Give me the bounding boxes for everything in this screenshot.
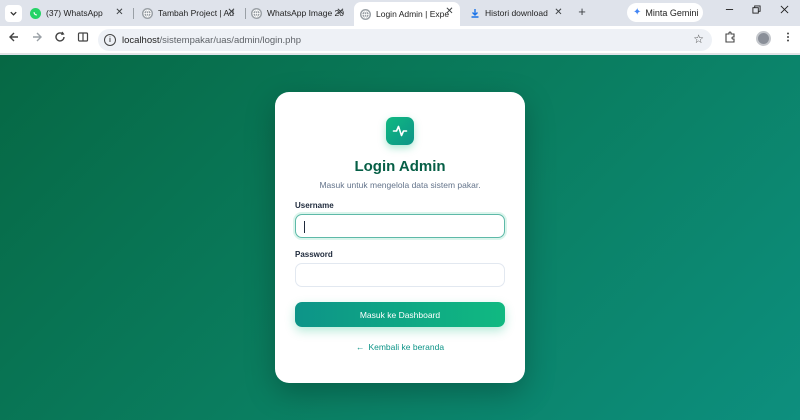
browser-toolbar: i localhost/sistempakar/uas/admin/login.… [0,26,800,54]
reload-icon [55,31,65,42]
new-tab-button[interactable]: + [575,4,589,20]
url-text: localhost/sistempakar/uas/admin/login.ph… [122,35,301,46]
url-path: /sistempakar/uas/admin/login.php [159,34,302,46]
menu-button[interactable] [780,31,796,47]
globe-icon [360,8,371,20]
back-to-home-link[interactable]: ← Kembali ke beranda [275,342,525,352]
restore-button[interactable] [747,4,765,20]
minimize-button[interactable] [720,4,738,20]
back-link-label: Kembali ke beranda [368,342,445,352]
logo-badge [386,117,414,145]
arrow-left-icon [9,32,18,42]
download-icon [469,8,480,19]
page-title: Login Admin [354,158,446,175]
close-icon[interactable]: ✕ [334,6,347,19]
restore-icon [751,5,761,14]
tab-login-admin[interactable]: Login Admin | Expe ✕ [354,2,460,26]
gemini-label: Minta Gemini [645,7,699,18]
close-icon[interactable]: ✕ [225,6,238,19]
close-icon[interactable]: ✕ [552,6,565,19]
url-host: localhost [122,34,160,46]
forward-button[interactable] [29,31,45,47]
back-button[interactable] [6,31,22,47]
tab-divider [133,8,134,19]
tab-whatsapp-image[interactable]: WhatsApp Image 20 ✕ [245,3,351,23]
page-background: Login Admin Masuk untuk mengelola data s… [0,55,800,420]
bookmark-star-icon[interactable]: ☆ [693,32,704,46]
login-submit-button[interactable]: Masuk ke Dashboard [295,302,505,327]
profile-avatar[interactable] [756,31,771,46]
close-window-button[interactable] [775,4,793,20]
password-field[interactable] [295,263,505,287]
more-vertical-icon [787,32,789,42]
activity-icon [392,125,408,137]
close-icon [780,5,788,14]
password-label: Password [295,250,333,259]
extensions-button[interactable] [722,31,738,47]
tab-histori-download[interactable]: Histori download ✕ [463,3,569,23]
address-bar[interactable]: i localhost/sistempakar/uas/admin/login.… [98,29,712,51]
globe-icon [251,7,262,19]
close-icon[interactable]: ✕ [113,6,126,19]
puzzle-icon [725,31,735,43]
tab-whatsapp[interactable]: (37) WhatsApp ✕ [24,3,130,23]
gemini-sparkle-icon: ✦ [633,7,642,18]
arrow-left-icon: ← [355,342,365,352]
login-card: Login Admin Masuk untuk mengelola data s… [275,92,525,383]
split-view-icon [77,32,89,42]
username-label: Username [295,201,334,210]
tab-strip: (37) WhatsApp ✕ Tambah Project | Ad ✕ Wh… [0,0,800,26]
site-info-icon[interactable]: i [104,34,116,46]
text-caret [304,221,305,233]
gemini-button[interactable]: ✦ Minta Gemini [627,3,703,22]
chevron-down-icon [10,11,17,16]
arrow-right-icon [33,32,42,42]
page-subtitle: Masuk untuk mengelola data sistem pakar. [319,180,481,190]
whatsapp-icon [30,7,41,19]
close-icon[interactable]: ✕ [443,5,456,18]
tab-search-button[interactable] [5,5,22,22]
reading-mode-button[interactable] [75,31,91,47]
minimize-icon [725,9,733,10]
tab-tambah-project[interactable]: Tambah Project | Ad ✕ [136,3,242,23]
globe-icon [142,7,153,19]
username-field[interactable] [295,214,505,238]
reload-button[interactable] [52,31,68,47]
